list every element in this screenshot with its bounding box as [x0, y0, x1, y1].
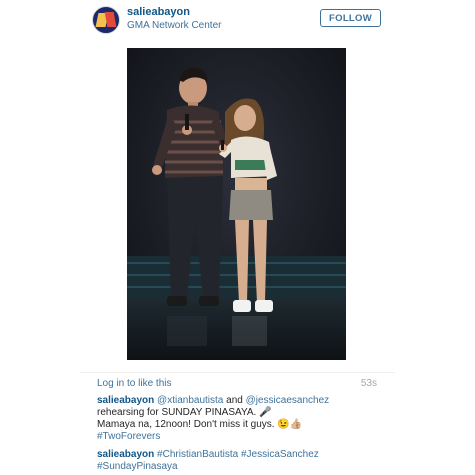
caption-comment: salieabayon @xtianbautista and @jessicae… — [97, 395, 367, 443]
caption-line: Mamaya na, 12noon! Don't miss it guys. 😉… — [97, 419, 303, 430]
login-suffix: to like this — [124, 378, 172, 389]
hashtag-comment: salieabayon #ChristianBautista #JessicaS… — [97, 449, 367, 473]
timestamp[interactable]: 53s — [361, 378, 377, 389]
post-photo[interactable] — [127, 48, 346, 360]
mention-link[interactable]: @xtianbautista — [157, 395, 223, 406]
follow-button[interactable]: FOLLOW — [320, 9, 381, 27]
photo-image — [127, 48, 346, 360]
mention-link[interactable]: @jessicaesanchez — [246, 395, 330, 406]
location-link[interactable]: GMA Network Center — [127, 20, 221, 31]
comment-username[interactable]: salieabayon — [97, 395, 154, 406]
instagram-post: salieabayon GMA Network Center FOLLOW Lo… — [80, 0, 395, 475]
avatar[interactable] — [92, 6, 120, 34]
post-header: salieabayon GMA Network Center FOLLOW — [80, 0, 395, 42]
username-link[interactable]: salieabayon — [127, 6, 190, 18]
login-link[interactable]: Log in — [97, 378, 124, 389]
caption-line: rehearsing for SUNDAY PINASAYA. 🎤 — [97, 407, 272, 418]
caption-and: and — [223, 395, 246, 406]
hashtag-link[interactable]: #SundayPinasaya — [97, 461, 178, 472]
hashtag-link[interactable]: #ChristianBautista #JessicaSanchez — [157, 449, 319, 460]
login-to-like: Log in to like this — [97, 378, 172, 389]
like-row: Log in to like this 53s — [80, 372, 395, 389]
hashtag-link[interactable]: #TwoForevers — [97, 431, 160, 442]
comment-username[interactable]: salieabayon — [97, 449, 154, 460]
